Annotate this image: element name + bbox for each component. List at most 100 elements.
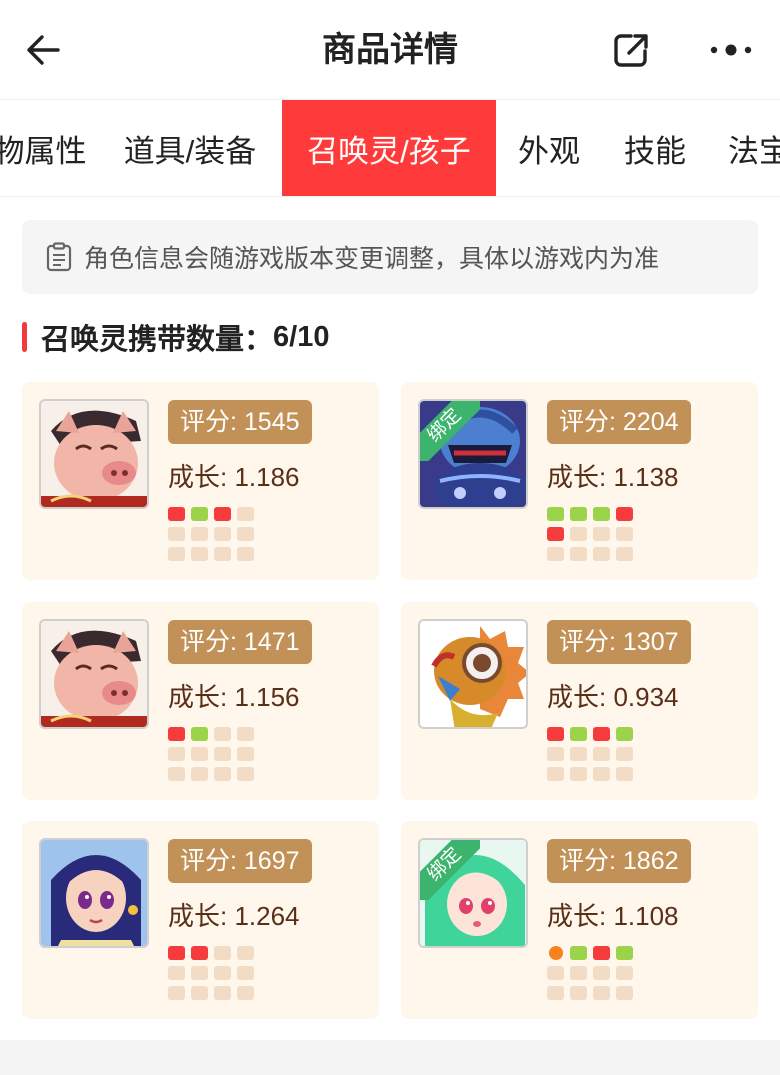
score-badge: 评分: 1862 [547, 839, 691, 883]
attribute-dot [214, 507, 231, 521]
attribute-dot [547, 986, 564, 1000]
attribute-dot [547, 547, 564, 561]
attribute-dot [214, 966, 231, 980]
summon-card[interactable]: 绑定 评分: 2204 成长: 1.138 [401, 382, 758, 580]
attribute-dot [237, 946, 254, 960]
attribute-dot [237, 527, 254, 541]
attribute-dots [168, 507, 254, 561]
attribute-dot [547, 527, 564, 541]
clipboard-icon [46, 242, 72, 272]
attribute-dot [168, 727, 185, 741]
summon-card[interactable]: 绑定 评分: 1862 成长: 1.108 [401, 821, 758, 1019]
attribute-dot [616, 966, 633, 980]
category-tabs: 物属性 道具/装备 召唤灵/孩子 外观 技能 法宝 [0, 100, 780, 197]
attribute-dot [547, 767, 564, 781]
attribute-dot [593, 547, 610, 561]
attribute-dot [570, 527, 587, 541]
attribute-dot [616, 747, 633, 761]
summon-card[interactable]: 评分: 1307 成长: 0.934 [401, 602, 758, 800]
attribute-dot [168, 966, 185, 980]
score-badge: 评分: 1471 [168, 620, 312, 664]
attribute-dot [593, 747, 610, 761]
attribute-dot [616, 946, 633, 960]
page-title: 商品详情 [322, 31, 458, 69]
summon-count: 6/10 [273, 320, 330, 353]
armored-knight-avatar: 绑定 [418, 399, 528, 509]
attribute-dot [214, 527, 231, 541]
summon-card[interactable]: 评分: 1697 成长: 1.264 [22, 821, 379, 1019]
attribute-dot [191, 946, 208, 960]
blue-hair-girl-avatar [39, 838, 149, 948]
attribute-dot [191, 986, 208, 1000]
pig-warrior-avatar [39, 619, 149, 729]
section-label: 召唤灵携带数量： [41, 324, 274, 356]
attribute-dot [168, 946, 185, 960]
attribute-dot [593, 946, 610, 960]
attribute-dot [616, 507, 633, 521]
attribute-dot [191, 767, 208, 781]
attribute-dot [593, 527, 610, 541]
attribute-dots [547, 946, 633, 1000]
attribute-dot [214, 986, 231, 1000]
attribute-dot [168, 767, 185, 781]
attribute-dot [237, 747, 254, 761]
score-badge: 评分: 1545 [168, 400, 312, 444]
tab-attributes[interactable]: 物属性 [0, 100, 90, 196]
growth-value: 成长: 1.138 [547, 462, 679, 492]
attribute-dot [237, 966, 254, 980]
info-notice: 角色信息会随游戏版本变更调整，具体以游戏内为准 [22, 220, 758, 294]
attribute-dot [168, 986, 185, 1000]
attribute-dot [570, 507, 587, 521]
attribute-dot [237, 727, 254, 741]
tab-skills[interactable]: 技能 [612, 100, 698, 196]
attribute-dot [237, 507, 254, 521]
attribute-dot [168, 527, 185, 541]
attribute-dot [237, 547, 254, 561]
more-button[interactable] [704, 27, 758, 73]
attribute-dot [168, 747, 185, 761]
attribute-dots [547, 727, 633, 781]
more-dots-icon [710, 44, 752, 56]
notice-text: 角色信息会随游戏版本变更调整，具体以游戏内为准 [84, 245, 660, 273]
header-bar: 商品详情 [0, 0, 780, 100]
bound-label: 绑定 [420, 401, 480, 461]
attribute-dot [168, 547, 185, 561]
attribute-dot [547, 507, 564, 521]
summon-card[interactable]: 评分: 1545 成长: 1.186 [22, 382, 379, 580]
attribute-dot [191, 527, 208, 541]
growth-value: 成长: 1.156 [168, 682, 300, 712]
growth-value: 成长: 1.108 [547, 901, 679, 931]
attribute-dot [570, 747, 587, 761]
share-button[interactable] [608, 27, 654, 73]
summon-card[interactable]: 评分: 1471 成长: 1.156 [22, 602, 379, 800]
attribute-dot [616, 547, 633, 561]
attribute-dot [191, 966, 208, 980]
score-badge: 评分: 1697 [168, 839, 312, 883]
growth-value: 成长: 1.186 [168, 462, 300, 492]
attribute-dot [616, 727, 633, 741]
attribute-dot [191, 727, 208, 741]
tab-appearance[interactable]: 外观 [506, 100, 592, 196]
score-badge: 评分: 2204 [547, 400, 691, 444]
attribute-dot [616, 986, 633, 1000]
footer-divider [0, 1040, 780, 1075]
tab-items-equipment[interactable]: 道具/装备 [106, 100, 274, 196]
attribute-dot [191, 547, 208, 561]
attribute-dot [593, 986, 610, 1000]
attribute-dot [570, 986, 587, 1000]
tab-treasures[interactable]: 法宝 [716, 100, 780, 196]
attribute-dot [593, 507, 610, 521]
share-icon [614, 34, 648, 67]
attribute-dot [214, 747, 231, 761]
attribute-dot [214, 727, 231, 741]
growth-value: 成长: 0.934 [547, 682, 679, 712]
tab-summons-children[interactable]: 召唤灵/孩子 [282, 100, 496, 196]
attribute-dot [570, 946, 587, 960]
attribute-dot [214, 767, 231, 781]
attribute-dot [570, 727, 587, 741]
attribute-dots [547, 507, 633, 561]
attribute-dot [593, 727, 610, 741]
attribute-dot [547, 727, 564, 741]
attribute-dot [237, 986, 254, 1000]
attribute-dot [191, 747, 208, 761]
